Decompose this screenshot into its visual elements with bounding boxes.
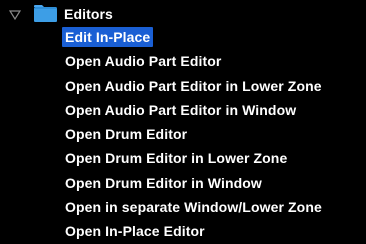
list-item-label: Open In-Place Editor: [65, 223, 205, 240]
editor-commands-list: Edit In-Place Open Audio Part Editor Ope…: [0, 25, 366, 244]
list-item-open-audio-part-editor-window[interactable]: Open Audio Part Editor in Window: [0, 98, 366, 122]
folder-label: Editors: [64, 6, 113, 22]
list-item-label: Open Drum Editor in Window: [65, 174, 262, 191]
list-item-label: Edit In-Place: [62, 27, 154, 47]
editors-tree: Editors Edit In-Place Open Audio Part Ed…: [0, 0, 366, 244]
list-item-label: Open Audio Part Editor: [65, 53, 222, 70]
list-item-label: Open Drum Editor in Lower Zone: [65, 150, 288, 167]
list-item-open-drum-editor-lower-zone[interactable]: Open Drum Editor in Lower Zone: [0, 146, 366, 170]
list-item-label: Open Audio Part Editor in Lower Zone: [65, 77, 322, 94]
list-item-open-audio-part-editor-lower-zone[interactable]: Open Audio Part Editor in Lower Zone: [0, 74, 366, 98]
list-item-open-audio-part-editor[interactable]: Open Audio Part Editor: [0, 49, 366, 73]
list-item-open-drum-editor[interactable]: Open Drum Editor: [0, 122, 366, 146]
list-item-open-in-place-editor[interactable]: Open In-Place Editor: [0, 219, 366, 243]
chevron-down-icon[interactable]: [9, 10, 21, 20]
folder-row-editors[interactable]: Editors: [0, 4, 366, 24]
folder-icon: [34, 5, 57, 22]
list-item-open-drum-editor-window[interactable]: Open Drum Editor in Window: [0, 171, 366, 195]
list-item-edit-in-place[interactable]: Edit In-Place: [0, 25, 366, 49]
list-item-open-separate-window-lower-zone[interactable]: Open in separate Window/Lower Zone: [0, 195, 366, 219]
list-item-label: Open Drum Editor: [65, 126, 188, 143]
list-item-label: Open Audio Part Editor in Window: [65, 101, 297, 118]
list-item-label: Open in separate Window/Lower Zone: [65, 199, 322, 216]
